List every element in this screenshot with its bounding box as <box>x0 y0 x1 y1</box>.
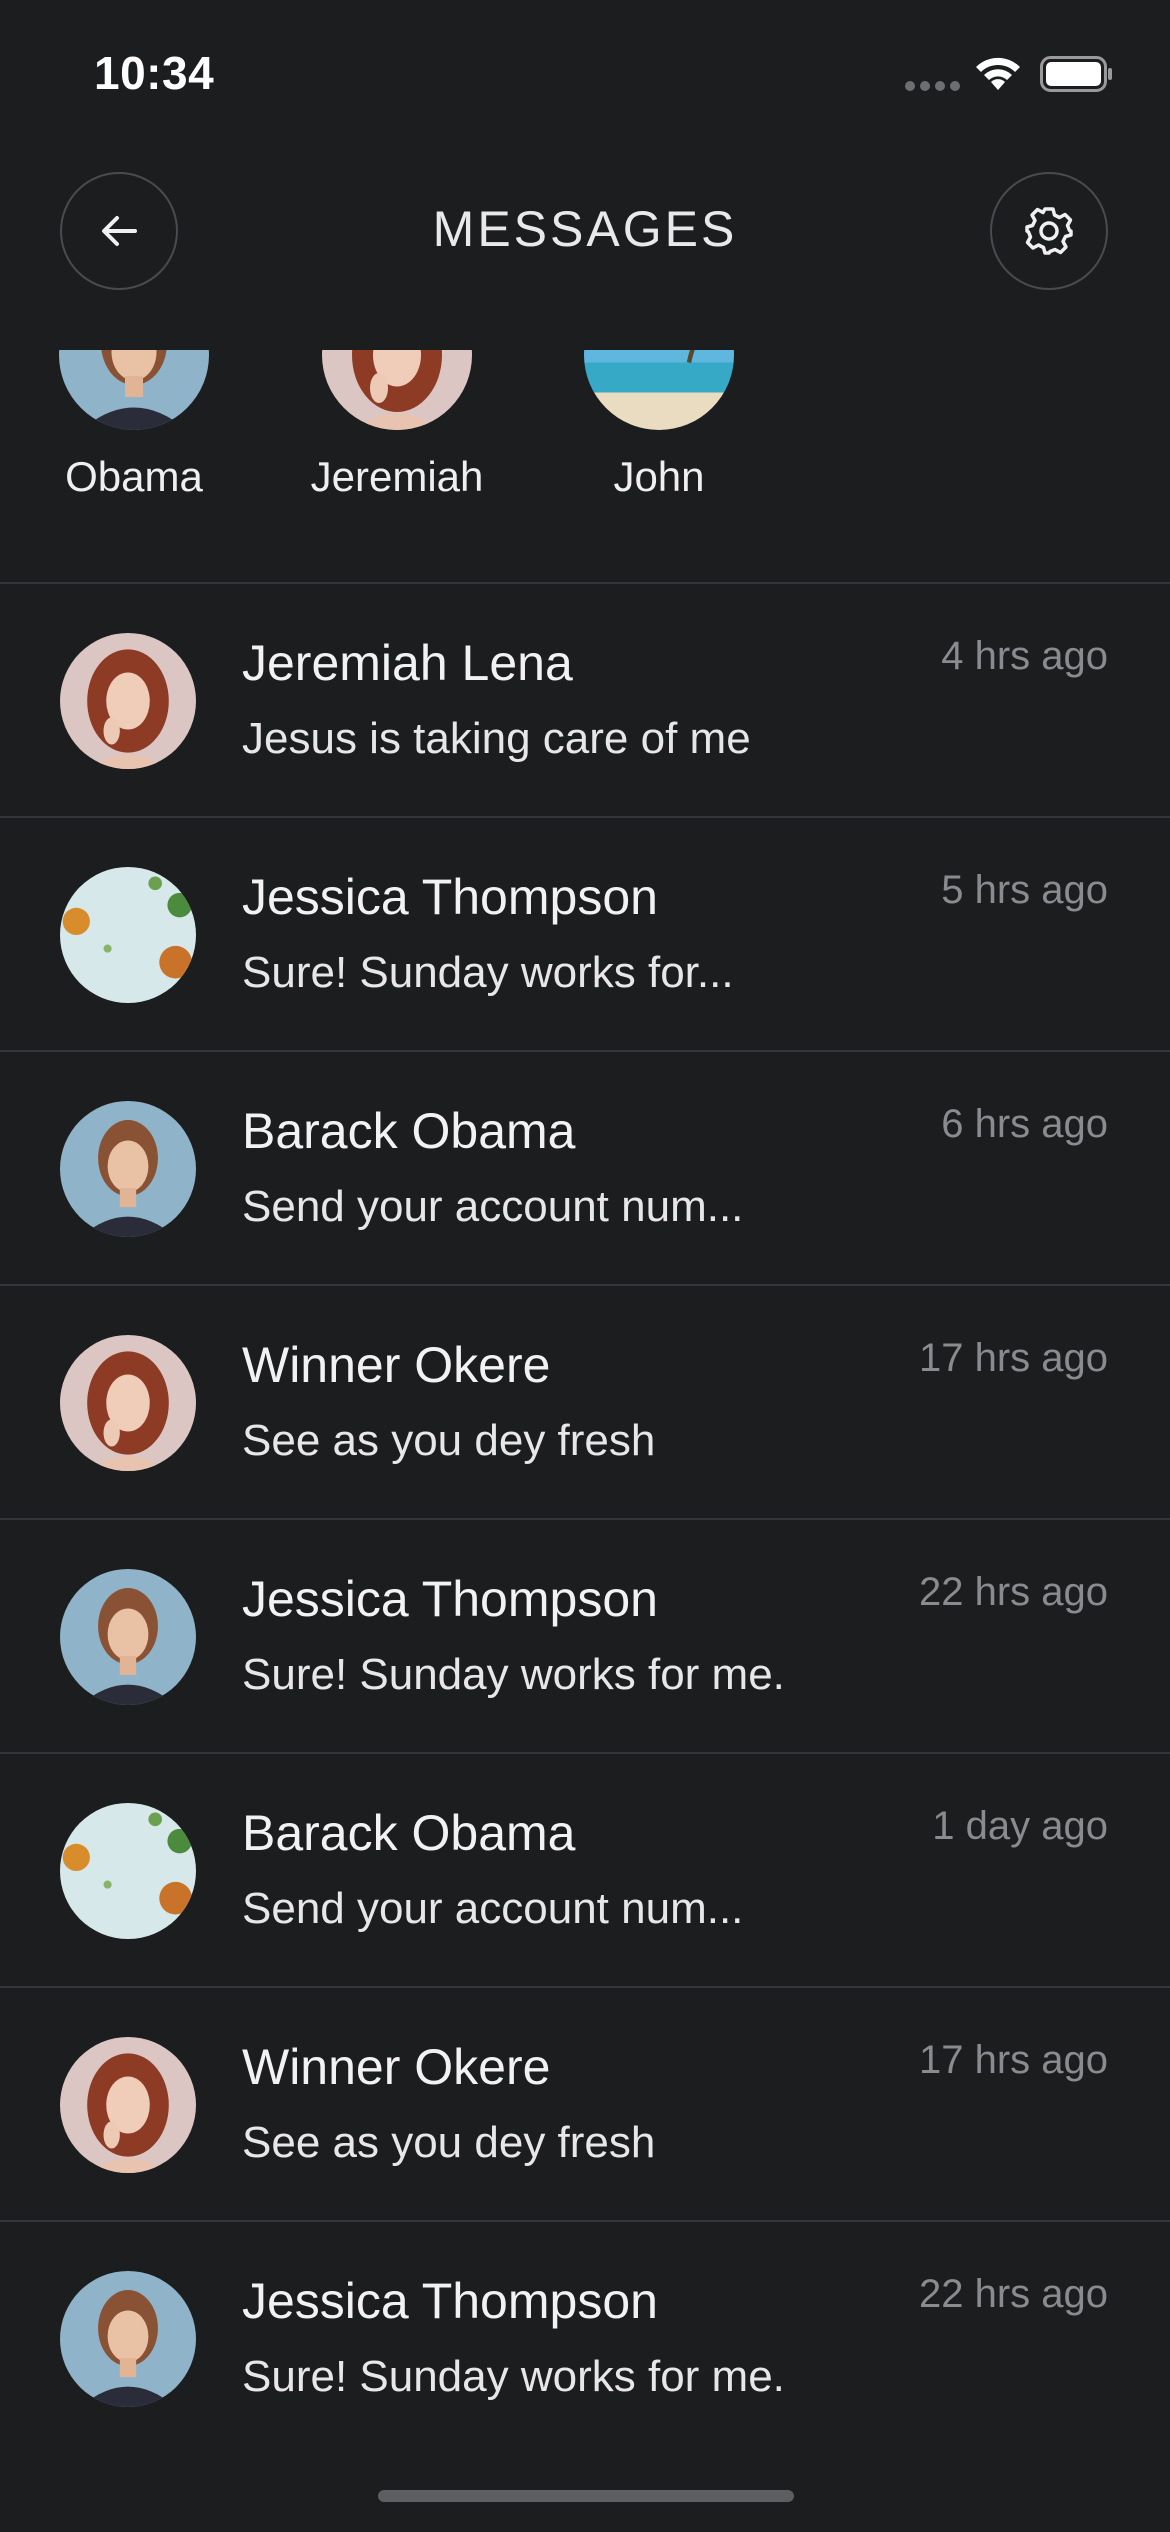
message-time: 4 hrs ago <box>941 634 1108 678</box>
message-preview: Send your account num... <box>242 1884 744 1933</box>
stories-row: Obama Jeremiah John <box>0 350 1170 510</box>
status-time: 10:34 <box>94 47 215 99</box>
list-item[interactable]: Winner Okere See as you dey fresh 17 hrs… <box>0 1988 1170 2222</box>
message-time: 1 day ago <box>932 1804 1108 1848</box>
avatar <box>60 1101 196 1237</box>
list-item[interactable]: Winner Okere See as you dey fresh 17 hrs… <box>0 1286 1170 1520</box>
battery-icon <box>1040 56 1114 92</box>
avatar <box>60 2037 196 2173</box>
story-name: Obama <box>65 453 203 500</box>
story-name: Jeremiah <box>310 453 484 500</box>
cellular-signal-icon <box>905 78 965 96</box>
list-item[interactable]: Barack Obama Send your account num... 1 … <box>0 1754 1170 1988</box>
avatar <box>60 1569 196 1705</box>
contact-name: Winner Okere <box>242 1337 551 1393</box>
message-time: 22 hrs ago <box>918 2272 1108 2316</box>
contact-name: Jeremiah Lena <box>242 635 573 691</box>
avatar <box>60 1335 196 1471</box>
avatar <box>59 350 209 430</box>
message-list: Jeremiah Lena Jesus is taking care of me… <box>0 584 1170 2456</box>
gear-icon <box>1021 203 1077 259</box>
message-preview: See as you dey fresh <box>242 1416 656 1465</box>
avatar <box>322 350 472 430</box>
avatar <box>60 2271 196 2407</box>
avatar <box>60 1803 196 1939</box>
list-item[interactable]: Jeremiah Lena Jesus is taking care of me… <box>0 584 1170 818</box>
list-item[interactable]: Jessica Thompson Sure! Sunday works for … <box>0 2222 1170 2456</box>
contact-name: Barack Obama <box>242 1103 576 1159</box>
message-time: 6 hrs ago <box>941 1102 1108 1146</box>
contact-name: Winner Okere <box>242 2039 551 2095</box>
message-preview: Send your account num... <box>242 1182 744 1231</box>
message-preview: Sure! Sunday works for me. <box>242 2352 785 2401</box>
contact-name: Jessica Thompson <box>242 1571 658 1627</box>
avatar <box>60 867 196 1003</box>
message-time: 17 hrs ago <box>918 1336 1108 1380</box>
wifi-icon <box>972 52 1024 92</box>
list-item[interactable]: Barack Obama Send your account num... 6 … <box>0 1052 1170 1286</box>
home-indicator[interactable] <box>378 2490 794 2502</box>
contact-name: Jessica Thompson <box>242 869 658 925</box>
contact-name: Barack Obama <box>242 1805 576 1861</box>
message-time: 22 hrs ago <box>918 1570 1108 1614</box>
message-time: 5 hrs ago <box>941 868 1108 912</box>
list-item[interactable]: Jessica Thompson Sure! Sunday works for.… <box>0 818 1170 1052</box>
story-item[interactable]: Obama <box>24 350 244 510</box>
message-preview: See as you dey fresh <box>242 2118 656 2167</box>
message-preview: Jesus is taking care of me <box>242 714 751 763</box>
message-time: 17 hrs ago <box>918 2038 1108 2082</box>
contact-name: Jessica Thompson <box>242 2273 658 2329</box>
avatar <box>60 633 196 769</box>
story-name: John <box>613 453 705 500</box>
message-preview: Sure! Sunday works for... <box>242 948 734 997</box>
story-item[interactable]: John <box>549 350 769 510</box>
status-bar: 10:34 <box>0 0 1170 150</box>
message-preview: Sure! Sunday works for me. <box>242 1650 785 1699</box>
avatar <box>584 350 734 430</box>
messages-screen: 10:34 MESSAGES Obama Jeremiah John Jerem… <box>0 0 1170 2532</box>
list-item[interactable]: Jessica Thompson Sure! Sunday works for … <box>0 1520 1170 1754</box>
story-item[interactable]: Jeremiah <box>287 350 507 510</box>
settings-button[interactable] <box>990 172 1108 290</box>
